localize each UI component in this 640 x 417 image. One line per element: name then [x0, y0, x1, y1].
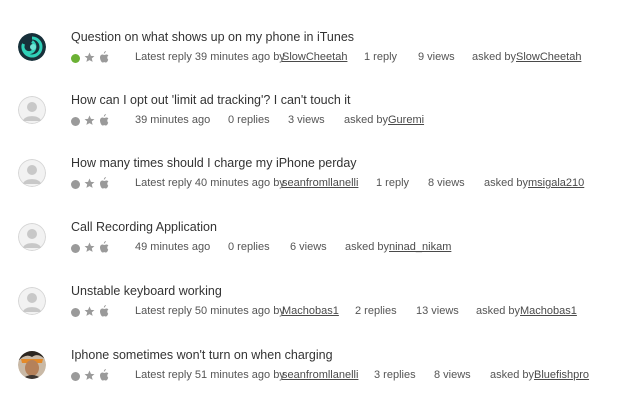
star-icon [84, 115, 95, 125]
unsolved-status-icon [71, 308, 80, 317]
view-count: 8 views [428, 177, 465, 189]
solved-status-icon [71, 54, 80, 63]
avatar[interactable] [18, 351, 46, 379]
thread-title-link[interactable]: How can I opt out 'limit ad tracking'? I… [71, 93, 351, 107]
star-icon [84, 242, 95, 252]
reply-count: 0 replies [228, 241, 270, 253]
asked-by-label: asked by [344, 114, 389, 126]
thread-row: Question on what shows up on my phone in… [0, 5, 640, 69]
status-icons [71, 369, 111, 382]
avatar[interactable] [18, 159, 46, 187]
asked-by-label: asked by [490, 369, 535, 381]
avatar[interactable] [18, 33, 46, 61]
thread-title-link[interactable]: How many times should I charge my iPhone… [71, 156, 357, 170]
thread-row: Call Recording Application 49 minutes ag… [0, 195, 640, 259]
latest-reply-user-link[interactable]: SlowCheetah [282, 51, 347, 63]
thread-row: Iphone sometimes won't turn on when char… [0, 323, 640, 387]
apple-icon [100, 114, 109, 126]
view-count: 8 views [434, 369, 471, 381]
thread-row: Unstable keyboard working Latest reply 5… [0, 259, 640, 323]
status-icons [71, 51, 111, 64]
apple-icon [100, 177, 109, 189]
star-icon [84, 370, 95, 380]
status-icons [71, 241, 111, 254]
default-avatar-icon [18, 287, 46, 315]
thread-list: Question on what shows up on my phone in… [0, 0, 640, 417]
default-avatar-icon [18, 223, 46, 251]
unsolved-status-icon [71, 372, 80, 381]
thread-title-link[interactable]: Question on what shows up on my phone in… [71, 30, 354, 44]
apple-icon [100, 305, 109, 317]
latest-reply-text: Latest reply 51 minutes ago by [135, 369, 285, 381]
latest-reply-user-link[interactable]: seanfromllanelli [282, 177, 358, 189]
default-avatar-icon [18, 159, 46, 187]
asked-by-label: asked by [484, 177, 529, 189]
latest-reply-user-link[interactable]: seanfromllanelli [282, 369, 358, 381]
avatar[interactable] [18, 223, 46, 251]
thread-title-link[interactable]: Iphone sometimes won't turn on when char… [71, 348, 333, 362]
photo-avatar-icon [18, 351, 46, 379]
thread-title-link[interactable]: Unstable keyboard working [71, 284, 222, 298]
reply-count: 0 replies [228, 114, 270, 126]
status-icons [71, 305, 111, 318]
latest-reply-text: Latest reply 39 minutes ago by [135, 51, 285, 63]
default-avatar-icon [18, 96, 46, 124]
latest-reply-text: Latest reply 40 minutes ago by [135, 177, 285, 189]
latest-reply-text: 39 minutes ago [135, 114, 211, 126]
avatar[interactable] [18, 287, 46, 315]
status-icons [71, 114, 111, 127]
latest-reply-text: Latest reply 50 minutes ago by [135, 305, 285, 317]
apple-icon [100, 241, 109, 253]
thread-title-link[interactable]: Call Recording Application [71, 220, 217, 234]
asked-by-user-link[interactable]: Guremi [388, 114, 424, 126]
asked-by-label: asked by [345, 241, 390, 253]
asked-by-user-link[interactable]: msigala210 [528, 177, 584, 189]
reply-count: 3 replies [374, 369, 416, 381]
latest-reply-text: 49 minutes ago [135, 241, 211, 253]
thread-row: How can I opt out 'limit ad tracking'? I… [0, 68, 640, 132]
asked-by-user-link[interactable]: Bluefishpro [534, 369, 589, 381]
star-icon [84, 52, 95, 62]
unsolved-status-icon [71, 180, 80, 189]
reply-count: 2 replies [355, 305, 397, 317]
unsolved-status-icon [71, 244, 80, 253]
star-icon [84, 178, 95, 188]
avatar[interactable] [18, 96, 46, 124]
latest-reply-user-link[interactable]: Machobas1 [282, 305, 339, 317]
view-count: 13 views [416, 305, 459, 317]
asked-by-user-link[interactable]: SlowCheetah [516, 51, 581, 63]
reply-count: 1 reply [364, 51, 398, 63]
view-count: 6 views [290, 241, 327, 253]
asked-by-user-link[interactable]: ninad_nikam [389, 241, 451, 253]
apple-icon [100, 51, 109, 63]
thread-row: How many times should I charge my iPhone… [0, 131, 640, 195]
apple-icon [100, 369, 109, 381]
star-icon [84, 306, 95, 316]
asked-by-label: asked by [472, 51, 517, 63]
view-count: 9 views [418, 51, 455, 63]
asked-by-label: asked by [476, 305, 521, 317]
status-icons [71, 177, 111, 190]
teal-swirl-avatar-icon [18, 33, 46, 61]
unsolved-status-icon [71, 117, 80, 126]
reply-count: 1 reply [376, 177, 410, 189]
asked-by-user-link[interactable]: Machobas1 [520, 305, 577, 317]
view-count: 3 views [288, 114, 325, 126]
